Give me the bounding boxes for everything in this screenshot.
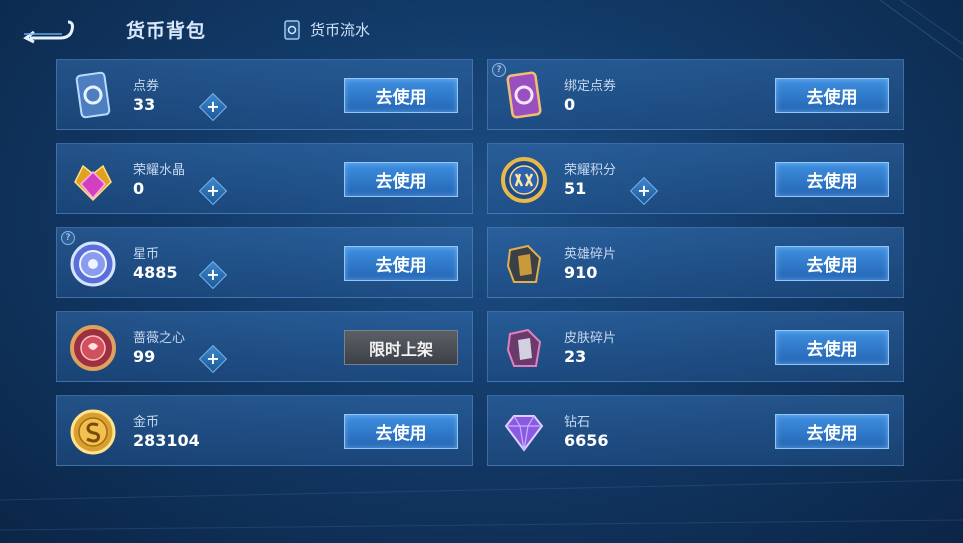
gold-coin-icon xyxy=(70,409,116,455)
hero-fragment-icon xyxy=(506,244,542,283)
plus-icon: + xyxy=(206,265,220,284)
currency-amount: 0 xyxy=(133,179,145,198)
use-button[interactable]: 去使用 xyxy=(344,78,458,113)
add-qiangwei-button[interactable]: + xyxy=(198,344,228,374)
currency-amount: 910 xyxy=(564,263,598,282)
use-button[interactable]: 去使用 xyxy=(344,414,458,449)
currency-name: 绑定点券 xyxy=(564,79,617,94)
use-button[interactable]: 去使用 xyxy=(775,246,889,281)
back-button[interactable] xyxy=(22,14,76,44)
use-button[interactable]: 去使用 xyxy=(775,162,889,197)
currency-card-yingxiong: 英雄碎片 910 去使用 xyxy=(487,227,904,298)
currency-name: 英雄碎片 xyxy=(564,247,617,262)
currency-name: 皮肤碎片 xyxy=(564,331,617,346)
currency-card-zuanshi: 钻石 6656 去使用 xyxy=(487,395,904,466)
currency-card-shuijing: 荣耀水晶 0 + 去使用 xyxy=(56,143,473,214)
use-button[interactable]: 去使用 xyxy=(344,162,458,197)
use-button[interactable]: 去使用 xyxy=(775,78,889,113)
add-dianjuan-button[interactable]: + xyxy=(198,92,228,122)
plus-icon: + xyxy=(637,181,651,200)
use-button[interactable]: 去使用 xyxy=(344,246,458,281)
currency-name: 金币 xyxy=(133,415,160,430)
add-shuijing-button[interactable]: + xyxy=(198,176,228,206)
currency-name: 荣耀水晶 xyxy=(133,163,186,178)
currency-amount: 51 xyxy=(564,179,587,198)
skin-fragment-icon xyxy=(506,328,542,367)
currency-card-jinbi: 金币 283104 去使用 xyxy=(56,395,473,466)
currency-amount: 99 xyxy=(133,347,156,366)
plus-icon: + xyxy=(206,97,220,116)
use-button[interactable]: 去使用 xyxy=(775,414,889,449)
page-title: 货币背包 xyxy=(126,20,207,42)
currency-amount: 23 xyxy=(564,347,587,366)
top-bar: 货币背包 货币流水 xyxy=(0,0,963,58)
currency-flow-label: 货币流水 xyxy=(310,21,371,39)
glory-crystal-icon xyxy=(74,164,112,202)
add-jifen-button[interactable]: + xyxy=(629,176,659,206)
currency-card-dianjuan: 点券 33 + 去使用 xyxy=(56,59,473,130)
currency-card-bangding: ? 绑定点券 0 去使用 xyxy=(487,59,904,130)
currency-card-pifu: 皮肤碎片 23 去使用 xyxy=(487,311,904,382)
glory-points-coin-icon xyxy=(501,157,547,203)
bound-coupon-card-icon xyxy=(506,71,542,119)
currency-card-qiangwei: 蔷薇之心 99 + 限时上架 xyxy=(56,311,473,382)
currency-card-xingbi: ? 星币 4885 + 去使用 xyxy=(56,227,473,298)
back-arrow-icon xyxy=(23,20,74,44)
currency-amount: 33 xyxy=(133,95,156,114)
currency-name: 蔷薇之心 xyxy=(133,331,186,346)
currency-amount: 4885 xyxy=(133,263,178,282)
ledger-icon xyxy=(284,19,300,40)
currency-amount: 6656 xyxy=(564,431,609,450)
currency-name: 钻石 xyxy=(564,415,591,430)
plus-icon: + xyxy=(206,181,220,200)
currency-name: 星币 xyxy=(133,247,160,262)
currency-name: 荣耀积分 xyxy=(564,163,617,178)
star-coin-icon xyxy=(70,241,116,287)
use-button[interactable]: 去使用 xyxy=(775,330,889,365)
currency-name: 点券 xyxy=(133,79,160,94)
add-xingbi-button[interactable]: + xyxy=(198,260,228,290)
plus-icon: + xyxy=(206,349,220,368)
currency-flow-link[interactable]: 货币流水 xyxy=(284,19,370,40)
rose-heart-icon xyxy=(70,325,116,371)
currency-amount: 283104 xyxy=(133,431,200,450)
currency-card-jifen: 荣耀积分 51 + 去使用 xyxy=(487,143,904,214)
limited-time-button[interactable]: 限时上架 xyxy=(344,330,458,365)
currency-amount: 0 xyxy=(564,95,576,114)
diamond-icon xyxy=(504,415,544,452)
coupon-card-icon xyxy=(75,71,111,119)
